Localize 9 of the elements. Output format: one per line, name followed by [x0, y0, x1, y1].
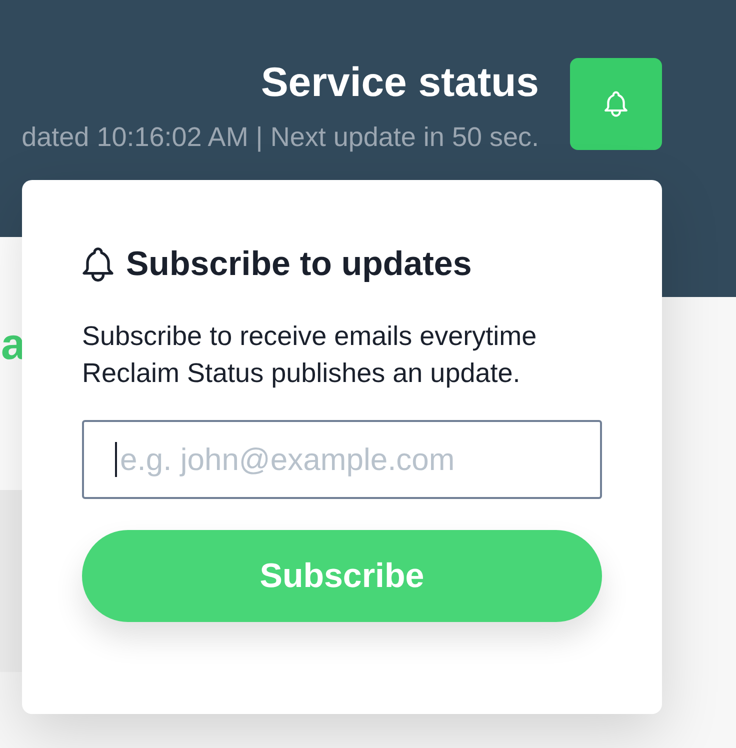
notifications-button[interactable]: [570, 58, 662, 150]
popover-title: Subscribe to updates: [126, 246, 472, 282]
bell-icon: [604, 91, 628, 117]
popover-description: Subscribe to receive emails everytime Reclaim Status publishes an update.: [82, 320, 538, 390]
bell-icon: [82, 246, 114, 282]
page-title: Service status: [260, 58, 539, 106]
email-input-field[interactable]: e.g. john@example.com: [82, 420, 602, 499]
update-status-text: dated 10:16:02 AM | Next update in 50 sec.: [22, 121, 539, 153]
subscribe-button[interactable]: Subscribe: [82, 530, 602, 622]
